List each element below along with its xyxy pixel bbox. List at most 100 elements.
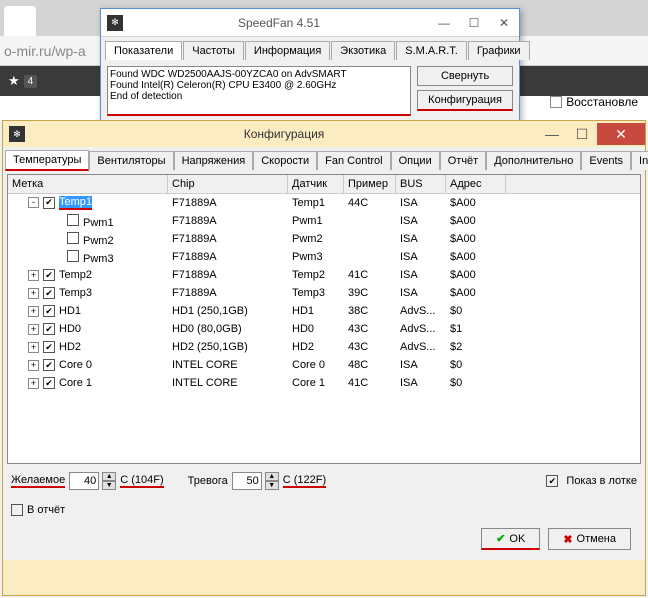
config-tab[interactable]: Опции [391, 151, 440, 170]
row-checkbox[interactable] [43, 197, 55, 209]
table-row[interactable]: Pwm2F71889APwm2ISA$A00 [8, 230, 640, 248]
config-app-icon: ✻ [9, 126, 25, 142]
col-sensor[interactable]: Датчик [288, 175, 344, 193]
table-row[interactable]: +Core 1INTEL CORECore 141CISA$0 [8, 374, 640, 392]
speedfan-tab[interactable]: Графики [468, 41, 530, 60]
maximize-icon[interactable]: ☐ [567, 123, 597, 145]
speedfan-titlebar[interactable]: ✻ SpeedFan 4.51 — ☐ ✕ [101, 9, 519, 37]
config-tab[interactable]: Events [581, 151, 631, 170]
row-label: Core 0 [59, 359, 92, 371]
cell-bus: ISA [396, 377, 446, 389]
tree-toggle-icon[interactable]: + [28, 378, 39, 389]
restore-checkbox[interactable] [550, 96, 562, 108]
row-checkbox[interactable] [43, 287, 55, 299]
report-checkbox[interactable] [11, 504, 23, 516]
row-label: Pwm1 [83, 217, 114, 229]
cell-addr: $1 [446, 323, 506, 335]
row-checkbox[interactable] [43, 269, 55, 281]
chrome-tab[interactable] [4, 6, 36, 36]
cell-sensor: Pwm2 [288, 233, 344, 245]
alarm-suffix: C (122F) [283, 474, 326, 488]
row-label: Temp2 [59, 269, 92, 281]
table-body: -Temp1F71889ATemp144CISA$A00Pwm1F71889AP… [8, 194, 640, 392]
tree-toggle-icon[interactable]: + [28, 306, 39, 317]
col-addr[interactable]: Адрес [446, 175, 506, 193]
tray-checkbox[interactable] [546, 475, 558, 487]
dialog-buttons: ✔ OK ✖ Отмена [7, 522, 641, 556]
close-icon[interactable]: ✕ [597, 123, 645, 145]
star-icon[interactable]: ★ [8, 73, 20, 89]
row-checkbox[interactable] [43, 341, 55, 353]
config-window: ✻ Конфигурация — ☐ ✕ ТемпературыВентилят… [2, 120, 646, 596]
row-checkbox[interactable] [67, 250, 79, 262]
minimize-icon[interactable]: — [429, 12, 459, 34]
cell-addr: $2 [446, 341, 506, 353]
cell-chip: F71889A [168, 269, 288, 281]
col-label[interactable]: Метка [8, 175, 168, 193]
config-tab[interactable]: In [631, 151, 648, 170]
speedfan-tab[interactable]: S.M.A.R.T. [396, 41, 467, 60]
tree-toggle-icon[interactable]: + [28, 360, 39, 371]
config-tab[interactable]: Напряжения [174, 151, 254, 170]
speedfan-tab[interactable]: Экзотика [331, 41, 395, 60]
chrome-restore-option[interactable]: Восстановле [550, 95, 638, 109]
tree-toggle-icon[interactable]: + [28, 342, 39, 353]
col-bus[interactable]: BUS [396, 175, 446, 193]
table-row[interactable]: +Temp3F71889ATemp339CISA$A00 [8, 284, 640, 302]
row-checkbox[interactable] [43, 377, 55, 389]
col-chip[interactable]: Chip [168, 175, 288, 193]
desired-input[interactable] [69, 472, 99, 490]
speedfan-tab[interactable]: Показатели [105, 41, 182, 60]
collapse-button[interactable]: Свернуть [417, 66, 513, 86]
cell-chip: F71889A [168, 197, 288, 209]
speedfan-tab[interactable]: Частоты [183, 41, 244, 60]
row-checkbox[interactable] [67, 214, 79, 226]
cell-addr: $A00 [446, 287, 506, 299]
desired-spin-up[interactable]: ▲ [102, 472, 116, 481]
desired-spin-down[interactable]: ▼ [102, 481, 116, 490]
table-row[interactable]: +HD0HD0 (80,0GB)HD043CAdvS...$1 [8, 320, 640, 338]
table-row[interactable]: +HD1HD1 (250,1GB)HD138CAdvS...$0 [8, 302, 640, 320]
config-tab[interactable]: Температуры [5, 150, 89, 171]
cell-sample: 44C [344, 197, 396, 209]
cancel-button[interactable]: ✖ Отмена [548, 528, 631, 550]
maximize-icon[interactable]: ☐ [459, 12, 489, 34]
tree-toggle-icon[interactable]: + [28, 324, 39, 335]
cell-addr: $A00 [446, 251, 506, 263]
config-titlebar[interactable]: ✻ Конфигурация — ☐ ✕ [3, 121, 645, 147]
table-row[interactable]: +Temp2F71889ATemp241CISA$A00 [8, 266, 640, 284]
col-sample[interactable]: Пример [344, 175, 396, 193]
table-row[interactable]: +HD2HD2 (250,1GB)HD243CAdvS...$2 [8, 338, 640, 356]
row-checkbox[interactable] [43, 359, 55, 371]
cell-addr: $A00 [446, 269, 506, 281]
minimize-icon[interactable]: — [537, 123, 567, 145]
cell-addr: $A00 [446, 215, 506, 227]
tree-toggle-icon[interactable]: + [28, 270, 39, 281]
speedfan-tab[interactable]: Информация [245, 41, 330, 60]
row-label: Core 1 [59, 377, 92, 389]
alarm-spin-up[interactable]: ▲ [265, 472, 279, 481]
alarm-spin-down[interactable]: ▼ [265, 481, 279, 490]
config-tab[interactable]: Скорости [253, 151, 317, 170]
config-tab[interactable]: Fan Control [317, 151, 390, 170]
cell-chip: INTEL CORE [168, 377, 288, 389]
table-row[interactable]: Pwm3F71889APwm3ISA$A00 [8, 248, 640, 266]
row-checkbox[interactable] [67, 232, 79, 244]
config-tab[interactable]: Вентиляторы [89, 151, 173, 170]
config-tab[interactable]: Дополнительно [486, 151, 581, 170]
tree-toggle-icon[interactable]: - [28, 197, 39, 208]
speedfan-app-icon: ✻ [107, 15, 123, 31]
row-checkbox[interactable] [43, 323, 55, 335]
configuration-button[interactable]: Конфигурация [417, 90, 513, 111]
cell-bus: ISA [396, 233, 446, 245]
table-row[interactable]: Pwm1F71889APwm1ISA$A00 [8, 212, 640, 230]
config-tab[interactable]: Отчёт [440, 151, 486, 170]
table-row[interactable]: -Temp1F71889ATemp144CISA$A00 [8, 194, 640, 212]
close-icon[interactable]: ✕ [489, 12, 519, 34]
row-checkbox[interactable] [43, 305, 55, 317]
table-row[interactable]: +Core 0INTEL CORECore 048CISA$0 [8, 356, 640, 374]
tree-toggle-icon[interactable]: + [28, 288, 39, 299]
alarm-input[interactable] [232, 472, 262, 490]
detection-log[interactable]: Found WDC WD2500AAJS-00YZCA0 on AdvSMART… [107, 66, 411, 116]
ok-button[interactable]: ✔ OK [481, 528, 540, 550]
